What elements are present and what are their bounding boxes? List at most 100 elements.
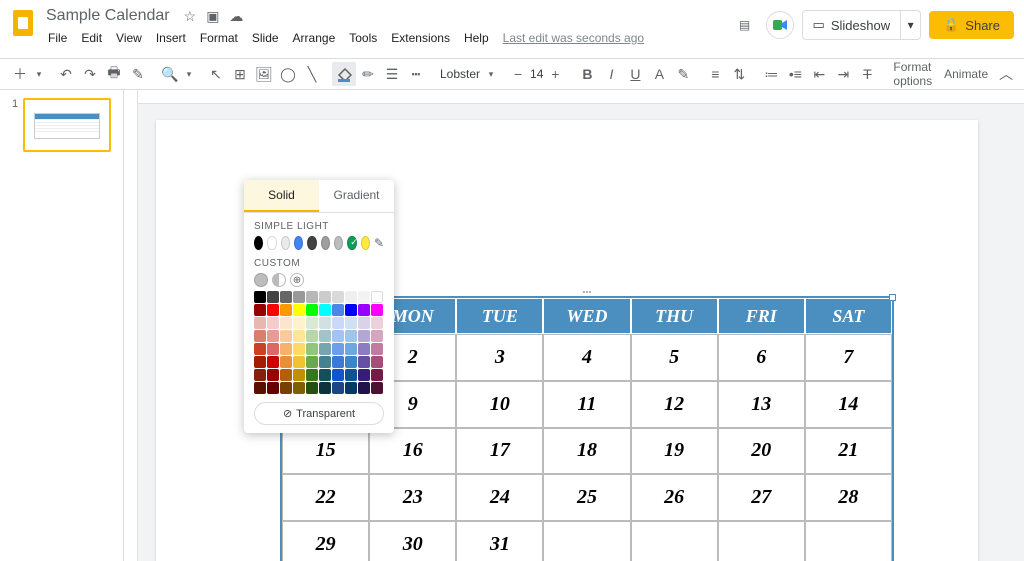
calendar-cell[interactable]: 16 (369, 428, 456, 475)
add-custom-color-button[interactable]: ⊕ (290, 273, 304, 287)
bold-button[interactable]: B (575, 62, 599, 86)
palette-swatch[interactable] (254, 304, 266, 316)
palette-swatch[interactable] (345, 330, 357, 342)
eyedropper-icon[interactable]: ✎ (374, 236, 384, 250)
palette-swatch[interactable] (280, 330, 292, 342)
calendar-cell[interactable]: 28 (805, 474, 892, 521)
border-weight-button[interactable]: ☰ (380, 62, 404, 86)
line-spacing-button[interactable]: ⇅ (727, 62, 751, 86)
slide-thumbnail-1[interactable] (23, 98, 111, 152)
palette-swatch[interactable] (267, 382, 279, 394)
palette-swatch[interactable] (306, 356, 318, 368)
calendar-cell[interactable]: 18 (543, 428, 630, 475)
transparent-button[interactable]: ⊘ Transparent (254, 402, 384, 425)
calendar-cell[interactable] (631, 521, 718, 561)
theme-swatch[interactable] (347, 236, 356, 250)
palette-swatch[interactable] (371, 330, 383, 342)
select-tool[interactable]: ↖ (204, 62, 228, 86)
palette-swatch[interactable] (358, 343, 370, 355)
palette-swatch[interactable] (293, 304, 305, 316)
palette-swatch[interactable] (293, 382, 305, 394)
palette-swatch[interactable] (358, 291, 370, 303)
menu-arrange[interactable]: Arrange (287, 28, 342, 48)
palette-swatch[interactable] (345, 369, 357, 381)
palette-swatch[interactable] (332, 330, 344, 342)
palette-swatch[interactable] (280, 343, 292, 355)
document-title[interactable]: Sample Calendar (42, 6, 174, 26)
palette-swatch[interactable] (319, 330, 331, 342)
palette-swatch[interactable] (345, 317, 357, 329)
palette-swatch[interactable] (358, 304, 370, 316)
theme-swatch[interactable] (321, 236, 330, 250)
palette-swatch[interactable] (267, 330, 279, 342)
palette-swatch[interactable] (332, 382, 344, 394)
palette-swatch[interactable] (345, 291, 357, 303)
calendar-cell[interactable]: 5 (631, 334, 718, 381)
border-dash-button[interactable]: ┅ (404, 62, 428, 86)
font-select-dropdown[interactable]: ▾ (484, 62, 498, 86)
palette-swatch[interactable] (267, 317, 279, 329)
decrease-font-button[interactable]: − (506, 62, 530, 86)
tab-solid[interactable]: Solid (244, 180, 319, 212)
calendar-cell[interactable]: 12 (631, 381, 718, 428)
calendar-cell[interactable]: 19 (631, 428, 718, 475)
palette-swatch[interactable] (306, 382, 318, 394)
calendar-cell[interactable]: 4 (543, 334, 630, 381)
new-slide-button[interactable]: ＋ (8, 62, 32, 86)
highlight-button[interactable]: ✎ (671, 62, 695, 86)
palette-swatch[interactable] (254, 369, 266, 381)
underline-button[interactable]: U (623, 62, 647, 86)
palette-swatch[interactable] (306, 317, 318, 329)
palette-swatch[interactable] (345, 356, 357, 368)
menu-edit[interactable]: Edit (75, 28, 108, 48)
calendar-cell[interactable]: 24 (456, 474, 543, 521)
calendar-header-cell[interactable]: WED (543, 298, 630, 334)
palette-swatch[interactable] (280, 317, 292, 329)
calendar-cell[interactable]: 31 (456, 521, 543, 561)
palette-swatch[interactable] (293, 291, 305, 303)
palette-swatch[interactable] (280, 356, 292, 368)
palette-swatch[interactable] (358, 317, 370, 329)
fill-color-button[interactable] (332, 62, 356, 86)
calendar-cell[interactable]: 25 (543, 474, 630, 521)
bulleted-list-button[interactable]: •≡ (783, 62, 807, 86)
palette-swatch[interactable] (345, 343, 357, 355)
palette-swatch[interactable] (280, 382, 292, 394)
star-icon[interactable]: ☆ (184, 8, 197, 25)
theme-swatch[interactable] (294, 236, 303, 250)
calendar-header-cell[interactable]: THU (631, 298, 718, 334)
calendar-cell[interactable]: 22 (282, 474, 369, 521)
palette-swatch[interactable] (371, 382, 383, 394)
palette-swatch[interactable] (319, 343, 331, 355)
palette-swatch[interactable] (267, 343, 279, 355)
collapse-toolbar-button[interactable]: ︿ (994, 62, 1018, 86)
border-color-button[interactable]: ✏ (356, 62, 380, 86)
share-button[interactable]: 🔒Share (929, 11, 1014, 39)
palette-swatch[interactable] (319, 291, 331, 303)
animate-button[interactable]: Animate (938, 67, 994, 81)
shape-tool[interactable]: ◯ (276, 62, 300, 86)
menu-slide[interactable]: Slide (246, 28, 285, 48)
theme-swatch[interactable] (267, 236, 276, 250)
paint-format-button[interactable]: ✎ (126, 62, 150, 86)
palette-swatch[interactable] (267, 356, 279, 368)
last-edit-text[interactable]: Last edit was seconds ago (497, 28, 650, 48)
palette-swatch[interactable] (358, 382, 370, 394)
palette-swatch[interactable] (371, 356, 383, 368)
palette-swatch[interactable] (358, 356, 370, 368)
calendar-cell[interactable]: 11 (543, 381, 630, 428)
palette-swatch[interactable] (358, 369, 370, 381)
palette-swatch[interactable] (332, 291, 344, 303)
calendar-header-cell[interactable]: FRI (718, 298, 805, 334)
palette-swatch[interactable] (371, 369, 383, 381)
calendar-cell[interactable]: 30 (369, 521, 456, 561)
textbox-tool[interactable]: ⊞ (228, 62, 252, 86)
menu-tools[interactable]: Tools (343, 28, 383, 48)
text-color-button[interactable]: A (647, 62, 671, 86)
palette-swatch[interactable] (293, 317, 305, 329)
line-tool[interactable]: ╲ (300, 62, 324, 86)
palette-swatch[interactable] (267, 291, 279, 303)
calendar-header-cell[interactable]: SAT (805, 298, 892, 334)
tab-gradient[interactable]: Gradient (319, 180, 394, 212)
palette-swatch[interactable] (293, 369, 305, 381)
